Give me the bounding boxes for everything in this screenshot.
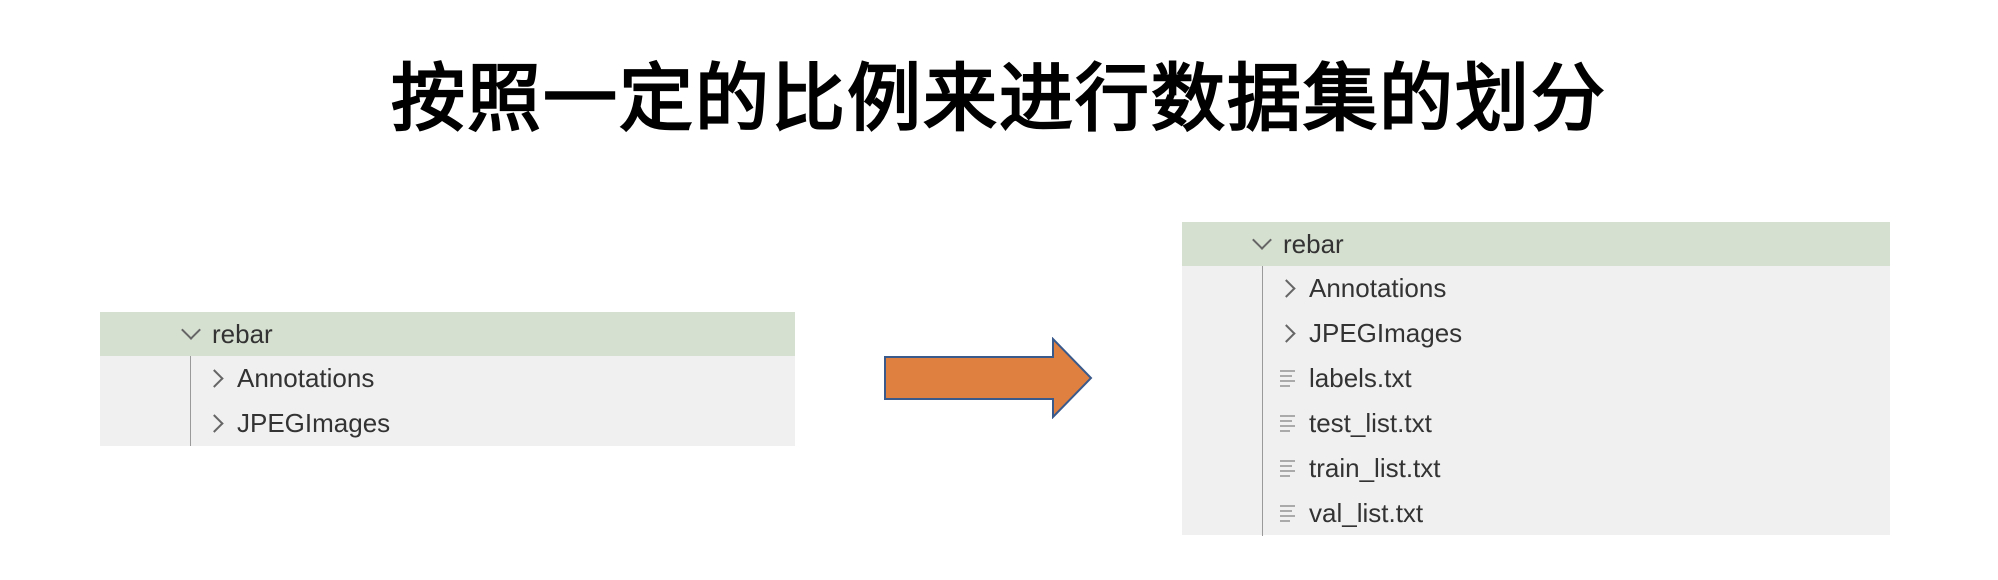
tree-item-annotations[interactable]: Annotations: [1182, 266, 1890, 311]
text-file-icon: [1280, 412, 1295, 435]
tree-item-rebar[interactable]: rebar: [100, 312, 795, 356]
tree-item-test-list-txt[interactable]: test_list.txt: [1182, 401, 1890, 446]
tree-item-label: rebar: [1283, 228, 1344, 259]
tree-item-label: labels.txt: [1309, 363, 1412, 393]
tree-item-jpegimages[interactable]: JPEGImages: [100, 401, 795, 446]
chevron-right-icon[interactable]: [1277, 279, 1296, 298]
chevron-down-icon[interactable]: [1252, 230, 1272, 250]
tree-item-label: JPEGImages: [237, 408, 391, 438]
file-tree-before: rebar Annotations JPEGImages: [100, 312, 795, 446]
indent-guide: [190, 356, 191, 446]
tree-item-label: Annotations: [1309, 273, 1447, 303]
tree-item-label: Annotations: [237, 363, 375, 393]
tree-item-label: rebar: [212, 318, 273, 349]
chevron-right-icon[interactable]: [205, 369, 224, 388]
text-file-icon: [1280, 502, 1295, 525]
tree-item-label: test_list.txt: [1309, 408, 1432, 438]
tree-children: Annotations JPEGImages: [100, 356, 795, 446]
indent-guide: [1262, 266, 1263, 536]
tree-item-labels-txt[interactable]: labels.txt: [1182, 356, 1890, 401]
chevron-right-icon[interactable]: [1277, 324, 1296, 343]
tree-item-jpegimages[interactable]: JPEGImages: [1182, 311, 1890, 356]
tree-item-train-list-txt[interactable]: train_list.txt: [1182, 446, 1890, 491]
tree-item-label: val_list.txt: [1309, 498, 1424, 528]
tree-item-val-list-txt[interactable]: val_list.txt: [1182, 491, 1890, 536]
tree-item-label: train_list.txt: [1309, 453, 1441, 483]
right-arrow-icon: [884, 337, 1093, 419]
chevron-right-icon[interactable]: [205, 414, 224, 433]
text-file-icon: [1280, 457, 1295, 480]
chevron-down-icon[interactable]: [181, 320, 201, 340]
tree-item-annotations[interactable]: Annotations: [100, 356, 795, 401]
tree-children: Annotations JPEGImages labels.txt test_l…: [1182, 266, 1890, 536]
tree-item-label: JPEGImages: [1309, 318, 1463, 348]
slide-title: 按照一定的比例来进行数据集的划分: [391, 56, 1607, 142]
file-tree-after: rebar Annotations JPEGImages labels.txt …: [1182, 222, 1890, 536]
text-file-icon: [1280, 367, 1295, 390]
tree-item-rebar[interactable]: rebar: [1182, 222, 1890, 266]
